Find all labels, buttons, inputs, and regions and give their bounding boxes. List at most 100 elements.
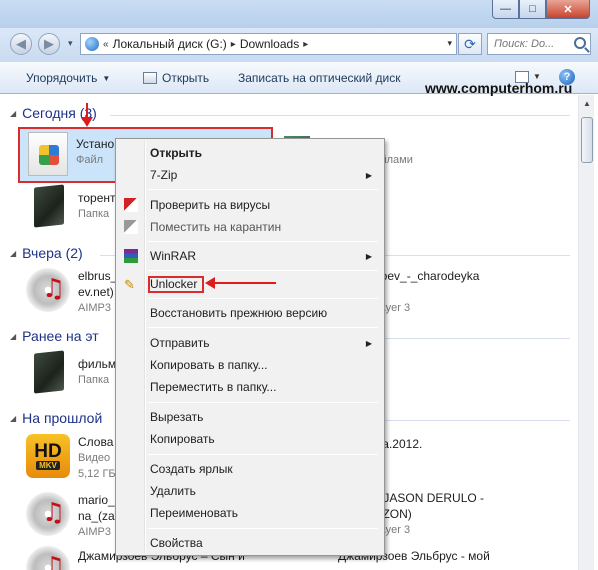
music-note-icon: ♫ bbox=[42, 274, 66, 304]
menu-separator bbox=[148, 270, 378, 271]
menu-label: Поместить на карантин bbox=[150, 220, 282, 234]
menu-separator bbox=[148, 327, 378, 328]
menu-label: 7-Zip bbox=[150, 168, 178, 182]
organize-label: Упорядочить bbox=[26, 71, 98, 85]
forward-button[interactable]: ▶ bbox=[38, 33, 60, 55]
file-item-elbrus[interactable]: ♫ elbrus_ ev.net) AIMP3 bbox=[26, 264, 117, 316]
menu-item-unlocker[interactable]: ✎ Unlocker bbox=[118, 273, 382, 295]
menu-label: Открыть bbox=[150, 146, 203, 160]
file-name-cont: ev.net) bbox=[78, 285, 114, 299]
unlocker-wand-icon: ✎ bbox=[124, 277, 135, 292]
menu-label: Переместить в папку... bbox=[150, 380, 277, 394]
address-field[interactable]: « Локальный диск (G:) ▸ Downloads ▸ ▾ bbox=[80, 33, 457, 55]
close-button[interactable]: ✕ bbox=[546, 0, 590, 19]
file-name: торент bbox=[78, 191, 116, 205]
music-note-icon: ♫ bbox=[42, 498, 66, 528]
history-dropdown[interactable]: ▾ bbox=[68, 38, 73, 49]
menu-label: Отправить bbox=[150, 336, 210, 350]
unlocker-highlight bbox=[148, 276, 204, 293]
window-controls: — □ ✕ bbox=[492, 0, 590, 19]
search-icon[interactable] bbox=[574, 37, 586, 49]
menu-item-quarantine[interactable]: Поместить на карантин bbox=[118, 216, 382, 238]
file-name: Слова bbox=[78, 435, 114, 449]
annotation-arrow-left bbox=[214, 282, 276, 284]
submenu-arrow-icon: ▶ bbox=[365, 170, 372, 180]
menu-item-cut[interactable]: Вырезать bbox=[118, 406, 382, 428]
file-type: Видео bbox=[78, 452, 111, 464]
breadcrumb-overflow[interactable]: « bbox=[103, 39, 109, 50]
open-button[interactable]: Открыть bbox=[143, 71, 209, 85]
breadcrumb-downloads[interactable]: Downloads bbox=[240, 37, 299, 51]
minimize-button[interactable]: — bbox=[492, 0, 519, 19]
menu-item-copy-to[interactable]: Копировать в папку... bbox=[118, 354, 382, 376]
refresh-button[interactable]: ⟳ bbox=[458, 33, 482, 55]
music-disc-icon: ♫ bbox=[26, 546, 70, 570]
setup-gear-icon bbox=[39, 145, 59, 165]
installer-icon bbox=[28, 132, 68, 176]
open-icon bbox=[143, 72, 157, 84]
context-menu: Открыть 7-Zip ▶ Проверить на вирусы Поме… bbox=[115, 138, 385, 556]
menu-separator bbox=[148, 454, 378, 455]
scroll-up-icon[interactable]: ▲ bbox=[579, 95, 595, 111]
group-last-week[interactable]: ◢ На прошлой bbox=[10, 410, 102, 426]
mkv-label: MKV bbox=[36, 460, 60, 470]
menu-label: Копировать bbox=[150, 432, 215, 446]
folder-item-torrent[interactable]: торент Папка bbox=[26, 182, 116, 234]
scroll-thumb[interactable] bbox=[581, 117, 593, 163]
menu-label: Удалить bbox=[150, 484, 196, 498]
file-name: Устано bbox=[76, 137, 115, 151]
file-type: Папка bbox=[78, 208, 110, 220]
menu-separator bbox=[148, 298, 378, 299]
collapse-triangle-icon[interactable]: ◢ bbox=[10, 332, 16, 341]
watermark: www.computerhom.ru bbox=[425, 80, 573, 96]
menu-item-scan[interactable]: Проверить на вирусы bbox=[118, 194, 382, 216]
vertical-scrollbar[interactable]: ▲ bbox=[578, 95, 594, 570]
folder-item-films[interactable]: фильм Папка bbox=[26, 348, 116, 400]
group-divider bbox=[110, 115, 570, 116]
collapse-triangle-icon[interactable]: ◢ bbox=[10, 414, 16, 423]
menu-label: Переименовать bbox=[150, 506, 238, 520]
menu-item-rename[interactable]: Переименовать bbox=[118, 502, 382, 524]
menu-item-move-to[interactable]: Переместить в папку... bbox=[118, 376, 382, 398]
menu-item-7zip[interactable]: 7-Zip ▶ bbox=[118, 164, 382, 186]
breadcrumb-separator-icon[interactable]: ▸ bbox=[231, 39, 236, 50]
menu-item-open[interactable]: Открыть bbox=[118, 142, 382, 164]
search-box[interactable] bbox=[487, 33, 591, 55]
menu-item-winrar[interactable]: WinRAR ▶ bbox=[118, 245, 382, 267]
chevron-down-icon: ▼ bbox=[102, 73, 111, 83]
file-type: Папка bbox=[78, 374, 110, 386]
music-disc-icon: ♫ bbox=[26, 492, 70, 536]
menu-item-delete[interactable]: Удалить bbox=[118, 480, 382, 502]
menu-label: Свойства bbox=[150, 536, 203, 550]
group-divider bbox=[385, 338, 570, 339]
group-label: Ранее на эт bbox=[22, 328, 99, 344]
forward-arrow-icon: ▶ bbox=[44, 36, 54, 51]
folder-icon bbox=[34, 184, 64, 228]
breadcrumb-separator-icon[interactable]: ▸ bbox=[303, 39, 308, 50]
group-earlier[interactable]: ◢ Ранее на эт bbox=[10, 328, 99, 344]
file-item-setup[interactable]: Устано Файл bbox=[28, 128, 114, 180]
address-bar: ◀ ▶ ▾ « Локальный диск (G:) ▸ Downloads … bbox=[0, 28, 598, 62]
menu-item-properties[interactable]: Свойства bbox=[118, 532, 382, 554]
hd-video-icon: HD MKV bbox=[26, 434, 70, 478]
burn-button[interactable]: Записать на оптический диск bbox=[238, 71, 401, 85]
file-item-mario[interactable]: ♫ mario_ na_(zay AIMP3 bbox=[26, 488, 121, 540]
menu-item-restore[interactable]: Восстановить прежнюю версию bbox=[118, 302, 382, 324]
menu-label: WinRAR bbox=[150, 249, 197, 263]
search-input[interactable] bbox=[494, 38, 570, 50]
organize-button[interactable]: Упорядочить ▼ bbox=[26, 71, 110, 85]
file-item-video[interactable]: HD MKV Слова Видео 5,12 ГБ bbox=[26, 430, 116, 482]
maximize-button[interactable]: □ bbox=[519, 0, 546, 19]
menu-separator bbox=[148, 189, 378, 190]
collapse-triangle-icon[interactable]: ◢ bbox=[10, 109, 16, 118]
menu-item-send-to[interactable]: Отправить ▶ bbox=[118, 332, 382, 354]
annotation-arrowhead-down bbox=[81, 117, 93, 127]
group-yesterday[interactable]: ◢ Вчера (2) bbox=[10, 245, 83, 261]
menu-item-copy[interactable]: Копировать bbox=[118, 428, 382, 450]
address-dropdown-icon[interactable]: ▾ bbox=[447, 38, 452, 49]
collapse-triangle-icon[interactable]: ◢ bbox=[10, 249, 16, 258]
back-button[interactable]: ◀ bbox=[10, 33, 32, 55]
breadcrumb-drive[interactable]: Локальный диск (G:) bbox=[113, 37, 227, 51]
menu-separator bbox=[148, 241, 378, 242]
menu-item-shortcut[interactable]: Создать ярлык bbox=[118, 458, 382, 480]
